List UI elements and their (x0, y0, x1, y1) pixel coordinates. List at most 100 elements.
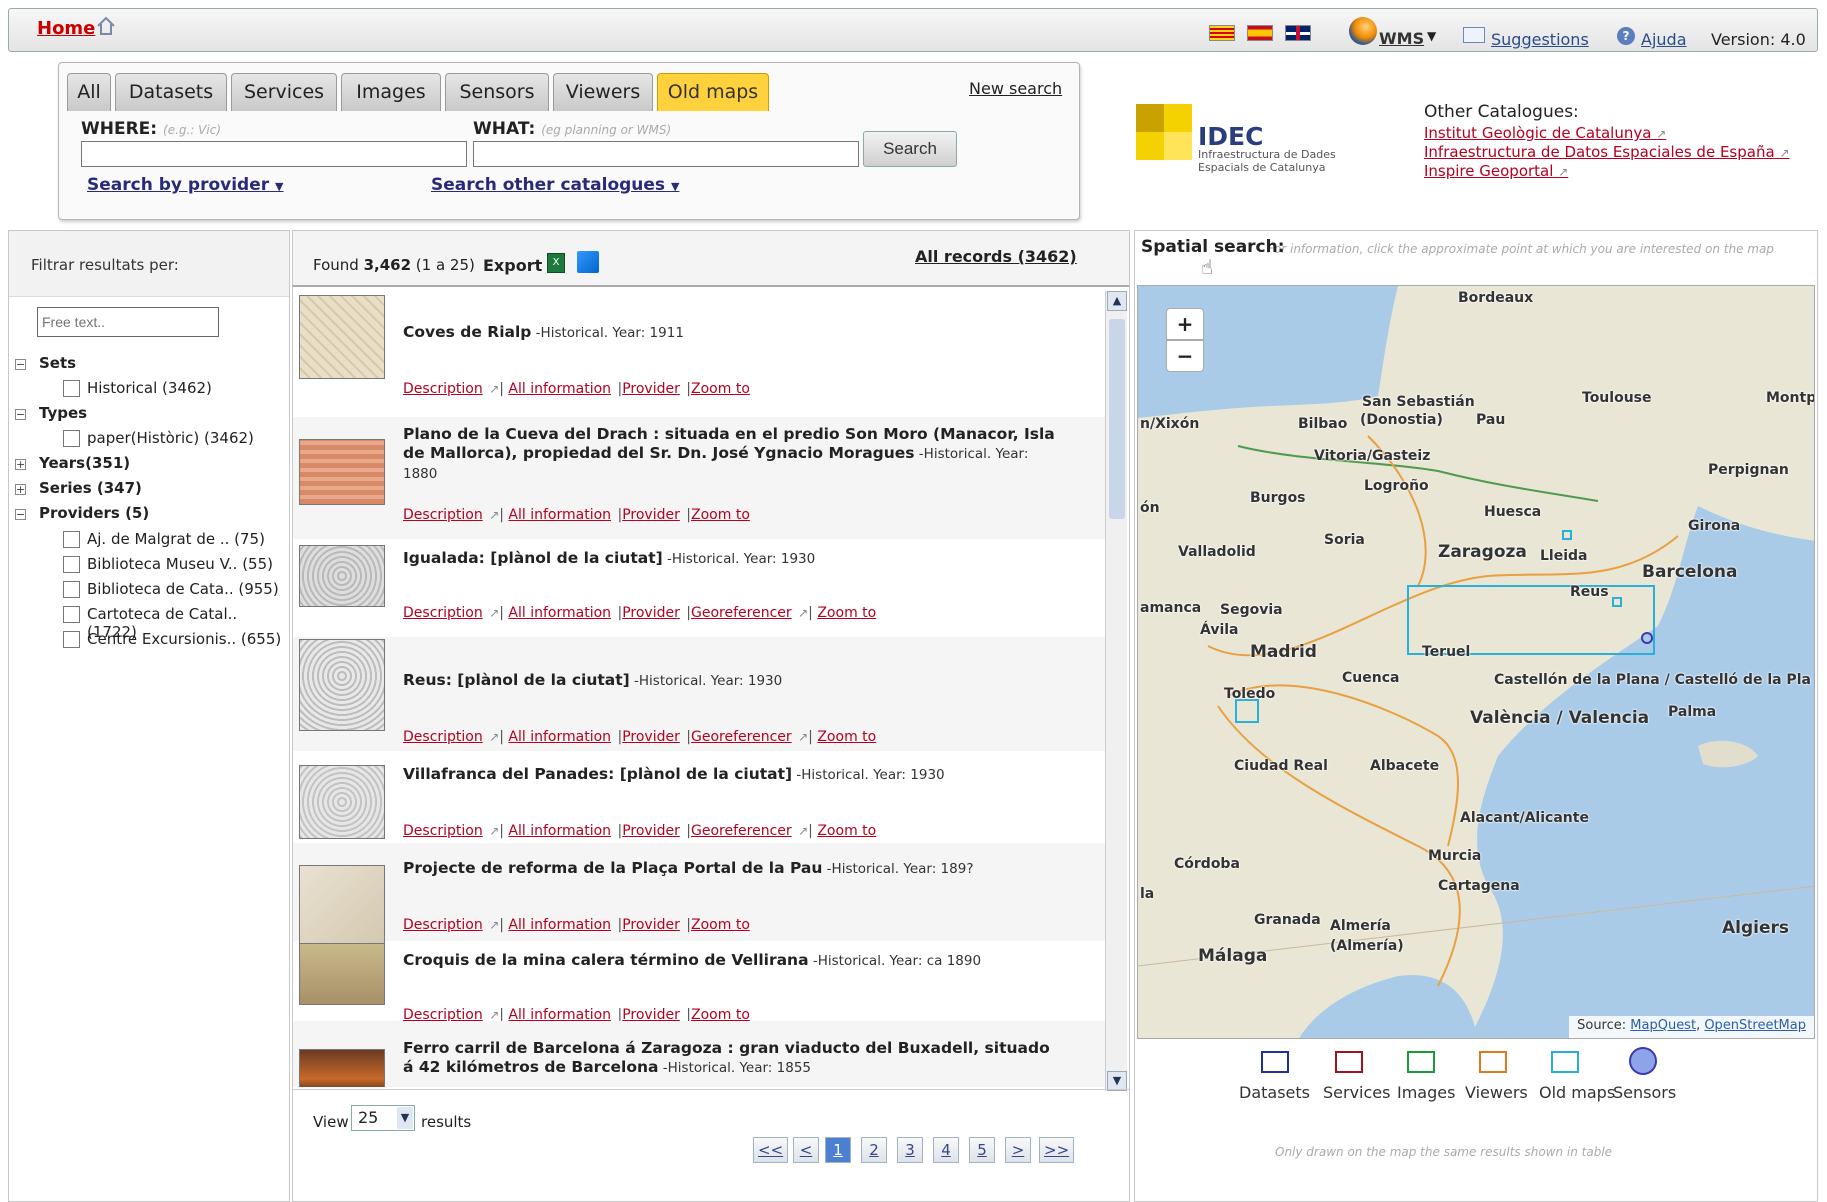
pager-last-button[interactable]: >> (1039, 1137, 1075, 1163)
pager-page-2[interactable]: 2 (861, 1137, 887, 1163)
description-link[interactable]: Description (403, 605, 483, 621)
results-scrollbar[interactable]: ▲ ▼ (1105, 291, 1127, 1091)
expand-toggle-icon[interactable]: + (15, 459, 26, 470)
free-text-input[interactable] (37, 307, 219, 337)
uk-flag-icon[interactable] (1285, 25, 1311, 41)
spanish-flag-icon[interactable] (1247, 25, 1273, 41)
tab-old-maps[interactable]: Old maps (657, 73, 769, 111)
map-canvas[interactable]: + − Bordeaux Toulouse Montp San Sebastiá… (1137, 285, 1815, 1039)
zoom-to-link[interactable]: Zoom to (691, 381, 750, 397)
pager-page-1[interactable]: 1 (825, 1137, 851, 1163)
wms-menu[interactable]: WMS (1379, 29, 1424, 48)
provider-link[interactable]: Provider (622, 729, 680, 745)
tab-images[interactable]: Images (341, 73, 441, 111)
result-thumbnail[interactable] (299, 1049, 385, 1087)
wms-globe-icon[interactable] (1349, 17, 1377, 45)
provider-link[interactable]: Provider (622, 507, 680, 523)
georeferencer-link[interactable]: Georeferencer (691, 729, 792, 745)
all-records-link[interactable]: All records (3462) (915, 247, 1077, 266)
suggestions-link[interactable]: Suggestions (1491, 30, 1589, 49)
description-link[interactable]: Description (403, 917, 483, 933)
scroll-up-icon[interactable]: ▲ (1107, 291, 1127, 311)
collapse-toggle-icon[interactable]: − (15, 509, 26, 520)
provider-link[interactable]: Provider (622, 917, 680, 933)
expand-toggle-icon[interactable]: + (15, 484, 26, 495)
provider-checkbox[interactable] (63, 531, 80, 548)
description-link[interactable]: Description (403, 823, 483, 839)
result-thumbnail[interactable] (299, 943, 385, 1005)
sets-historical-checkbox[interactable] (63, 380, 80, 397)
other-catalogue-link-igc[interactable]: Institut Geològic de Catalunya ↗ (1424, 124, 1666, 142)
home-icon[interactable] (95, 15, 117, 37)
collapse-toggle-icon[interactable]: − (15, 409, 26, 420)
description-link[interactable]: Description (403, 729, 483, 745)
description-link[interactable]: Description (403, 381, 483, 397)
result-thumbnail[interactable] (299, 545, 385, 607)
georeferencer-link[interactable]: Georeferencer (691, 605, 792, 621)
provider-link[interactable]: Provider (622, 605, 680, 621)
series-label[interactable]: Series (347) (39, 479, 142, 497)
chevron-down-icon[interactable]: ▼ (1427, 29, 1436, 43)
all-information-link[interactable]: All information (508, 605, 611, 621)
all-information-link[interactable]: All information (508, 823, 611, 839)
search-other-catalogues-dropdown[interactable]: Search other catalogues ▼ (431, 175, 679, 195)
tab-all[interactable]: All (67, 73, 111, 111)
provider-link[interactable]: Provider (622, 381, 680, 397)
provider-checkbox[interactable] (63, 631, 80, 648)
types-paper-checkbox[interactable] (63, 430, 80, 447)
result-thumbnail[interactable] (299, 865, 385, 945)
zoom-out-button[interactable]: − (1166, 340, 1204, 372)
tab-services[interactable]: Services (231, 73, 337, 111)
zoom-to-link[interactable]: Zoom to (691, 507, 750, 523)
all-information-link[interactable]: All information (508, 381, 611, 397)
all-information-link[interactable]: All information (508, 729, 611, 745)
provider-checkbox[interactable] (63, 581, 80, 598)
where-input[interactable] (81, 141, 467, 167)
scroll-down-icon[interactable]: ▼ (1107, 1071, 1127, 1091)
all-information-link[interactable]: All information (508, 507, 611, 523)
other-catalogue-link-ide-spain[interactable]: Infraestructura de Datos Espaciales de E… (1424, 143, 1790, 161)
pager-page-5[interactable]: 5 (969, 1137, 995, 1163)
search-button[interactable]: Search (863, 131, 957, 167)
tab-viewers[interactable]: Viewers (553, 73, 653, 111)
all-information-link[interactable]: All information (508, 917, 611, 933)
zoom-in-button[interactable]: + (1166, 308, 1204, 340)
pager-prev-button[interactable]: < (793, 1137, 819, 1163)
tab-sensors[interactable]: Sensors (445, 73, 549, 111)
zoom-to-link[interactable]: Zoom to (817, 823, 876, 839)
tab-datasets[interactable]: Datasets (115, 73, 227, 111)
description-link[interactable]: Description (403, 507, 483, 523)
result-thumbnail[interactable] (299, 295, 385, 379)
provider-checkbox[interactable] (63, 606, 80, 623)
result-thumbnail[interactable] (299, 639, 385, 731)
help-icon[interactable]: ? (1617, 27, 1635, 45)
zoom-to-link[interactable]: Zoom to (817, 605, 876, 621)
pager-page-3[interactable]: 3 (897, 1137, 923, 1163)
mapquest-link[interactable]: MapQuest (1630, 1018, 1696, 1033)
home-link[interactable]: Home (37, 18, 95, 39)
scrollbar-thumb[interactable] (1109, 319, 1125, 519)
pager-next-button[interactable]: > (1005, 1137, 1031, 1163)
pager-first-button[interactable]: << (753, 1137, 789, 1163)
provider-link[interactable]: Provider (622, 823, 680, 839)
catalan-flag-icon[interactable] (1209, 25, 1235, 41)
collapse-toggle-icon[interactable]: − (15, 359, 26, 370)
zoom-to-link[interactable]: Zoom to (691, 917, 750, 933)
georeferencer-link[interactable]: Georeferencer (691, 823, 792, 839)
zoom-to-link[interactable]: Zoom to (817, 729, 876, 745)
openstreetmap-link[interactable]: OpenStreetMap (1704, 1018, 1806, 1033)
years-label[interactable]: Years(351) (39, 454, 130, 472)
result-thumbnail[interactable] (299, 765, 385, 839)
help-link[interactable]: Ajuda (1641, 30, 1687, 49)
search-by-provider-dropdown[interactable]: Search by provider ▼ (87, 175, 284, 195)
pager-page-4[interactable]: 4 (933, 1137, 959, 1163)
kml-export-icon[interactable] (577, 251, 599, 273)
other-catalogue-link-inspire[interactable]: Inspire Geoportal ↗ (1424, 162, 1568, 180)
result-thumbnail[interactable] (299, 439, 385, 505)
new-search-link[interactable]: New search (969, 79, 1062, 98)
chevron-down-icon[interactable]: ▼ (397, 1107, 413, 1129)
excel-export-icon[interactable]: X (547, 253, 565, 273)
mail-icon[interactable] (1463, 27, 1485, 43)
what-input[interactable] (473, 141, 859, 167)
provider-checkbox[interactable] (63, 556, 80, 573)
